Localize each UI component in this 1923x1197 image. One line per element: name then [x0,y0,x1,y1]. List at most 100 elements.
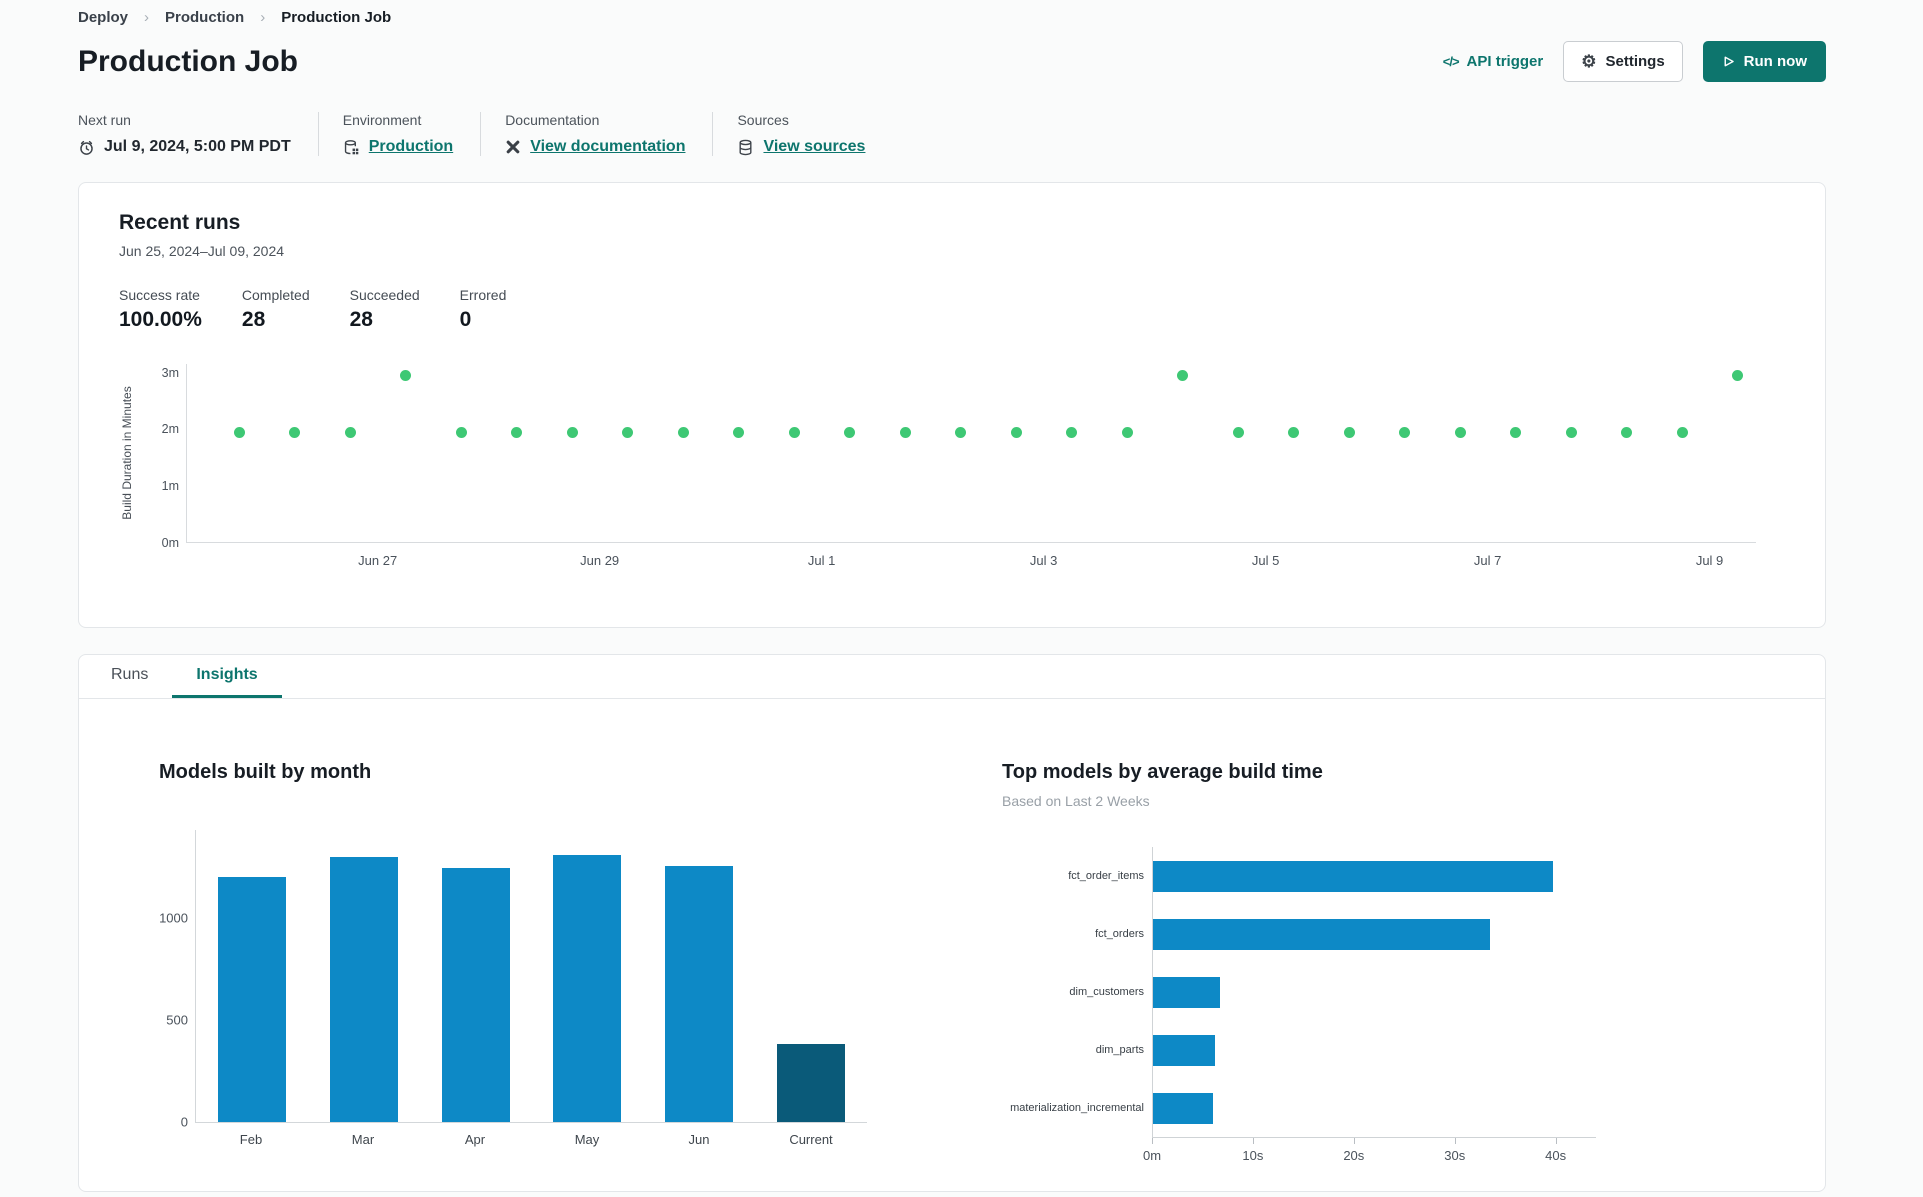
run-dot[interactable] [955,427,967,439]
run-dot[interactable] [1066,427,1078,439]
x-tick-label: 30s [1444,1148,1466,1163]
run-dot[interactable] [1010,427,1022,439]
run-dot[interactable] [400,370,412,382]
run-now-button[interactable]: Run now [1702,41,1826,82]
scatter-x-tick-label: Jul 1 [807,553,836,568]
x-tick-label: 40s [1545,1148,1567,1163]
month-bar-current[interactable] [777,1044,846,1122]
model-bar-fct_order_items[interactable] [1153,860,1553,892]
models-by-month-title: Models built by month [159,761,372,783]
recent-runs-stats: Success rate 100.00% Completed 28 Succee… [119,287,1785,332]
breadcrumb-deploy[interactable]: Deploy [78,9,128,26]
month-label: Apr [464,1132,486,1147]
settings-label: Settings [1605,53,1665,70]
bar-slot [531,830,643,1122]
run-dot[interactable] [1288,427,1300,439]
run-dot[interactable] [344,427,356,439]
run-dot[interactable] [511,427,523,439]
environment-link[interactable]: Production [369,138,453,156]
chevron-right-icon: › [144,9,150,26]
run-dot[interactable] [788,427,800,439]
run-dot[interactable] [1177,370,1189,382]
view-sources-link[interactable]: View sources [763,138,865,156]
run-dot[interactable] [733,427,745,439]
model-bar-dim_parts[interactable] [1153,1034,1216,1066]
api-trigger-label: API trigger [1466,53,1544,70]
x-tick-mark [1252,1138,1254,1144]
run-dot[interactable] [233,427,245,439]
api-trigger-link[interactable]: </> API trigger [1443,53,1543,70]
run-dot[interactable] [1454,427,1466,439]
run-dot[interactable] [1121,427,1133,439]
run-dot[interactable] [1399,427,1411,439]
view-documentation-link[interactable]: View documentation [530,138,685,156]
top-models-x-axis: 0m 10s 20s 30s 40s [1143,1137,1596,1171]
page-header: Production Job </> API trigger ⚙ Setting… [78,41,1826,82]
run-dot[interactable] [1232,427,1244,439]
tab-insights[interactable]: Insights [172,655,282,698]
scatter-y-tick-label: 0m [161,536,179,550]
scatter-y-axis-label: Build Duration in Minutes [120,386,134,520]
scatter-y-tick-label: 1m [161,479,179,494]
run-dot[interactable] [1621,427,1633,439]
recent-runs-card: Recent runs Jun 25, 2024–Jul 09, 2024 Su… [78,182,1826,628]
month-bar-jun[interactable] [665,865,734,1122]
run-dot[interactable] [622,427,634,439]
stat-completed: Completed 28 [242,287,310,332]
scatter-x-tick-label: Jun 27 [358,553,398,568]
stat-succeeded: Succeeded 28 [350,287,420,332]
month-label: Mar [351,1132,375,1147]
month-bar-mar[interactable] [329,856,398,1122]
run-dot[interactable] [844,427,856,439]
run-dot[interactable] [677,427,689,439]
recent-runs-title: Recent runs [119,211,241,234]
model-bar-track [1152,1079,1596,1137]
build-duration-plot: 0m 1m 2m 3m Jun 27 Jun 29 Jul 1 Jul 3 Jul 5 Jul 7… [162,364,1756,568]
stat-label: Completed [241,287,310,303]
run-dot[interactable] [1565,427,1577,439]
run-dot[interactable] [566,427,578,439]
dbt-docs-icon [506,140,520,154]
next-run-label: Next run [78,112,131,128]
model-bar-dim_customers[interactable] [1153,976,1221,1008]
model-bar-track [1152,1021,1596,1079]
breadcrumb-production[interactable]: Production [165,9,244,26]
build-duration-chart: Build Duration in Minutes 0m 1m 2m 3m Jun 27… [119,364,1785,578]
run-dot[interactable] [1732,370,1744,382]
month-label: Current [789,1132,833,1147]
models-y-tick-label: 1000 [159,910,188,926]
month-bar-feb[interactable] [217,876,286,1122]
run-dot[interactable] [1343,427,1355,439]
model-bar-track [1152,905,1596,963]
scatter-y-tick-label: 2m [161,422,179,437]
settings-button[interactable]: ⚙ Settings [1563,41,1683,82]
run-dot[interactable] [899,427,911,439]
run-dot[interactable] [1676,427,1688,439]
database-icon [739,139,752,155]
play-icon [1724,56,1734,67]
environment-label: Environment [342,112,422,128]
month-bar-may[interactable] [553,854,622,1122]
bar-slot [755,830,867,1122]
model-bar-materialization_incremental[interactable] [1153,1092,1214,1124]
run-dot[interactable] [455,427,467,439]
scatter-x-tick-label: Jul 9 [1695,553,1724,568]
bar-slot [308,830,420,1122]
month-label: Feb [239,1132,263,1147]
run-now-label: Run now [1743,53,1807,70]
gear-icon: ⚙ [1581,52,1597,71]
x-tick-label: 0m [1142,1148,1162,1163]
tab-runs[interactable]: Runs [87,655,172,698]
bar-slot [643,830,755,1122]
page-content: Deploy › Production › Production Job Pro… [78,0,1826,1192]
stat-value: 28 [241,308,266,331]
header-actions: </> API trigger ⚙ Settings Run now [1443,41,1826,82]
run-dot[interactable] [289,427,301,439]
models-y-tick-label: 500 [166,1012,188,1028]
run-dot[interactable] [1510,427,1522,439]
month-bar-apr[interactable] [441,867,510,1122]
stat-errored: Errored 0 [460,287,507,332]
code-icon: </> [1442,54,1460,69]
model-bar-fct_orders[interactable] [1153,918,1491,950]
job-meta-row: Next run Jul 9, 2024, 5:00 PM PDT Enviro… [78,112,1826,156]
